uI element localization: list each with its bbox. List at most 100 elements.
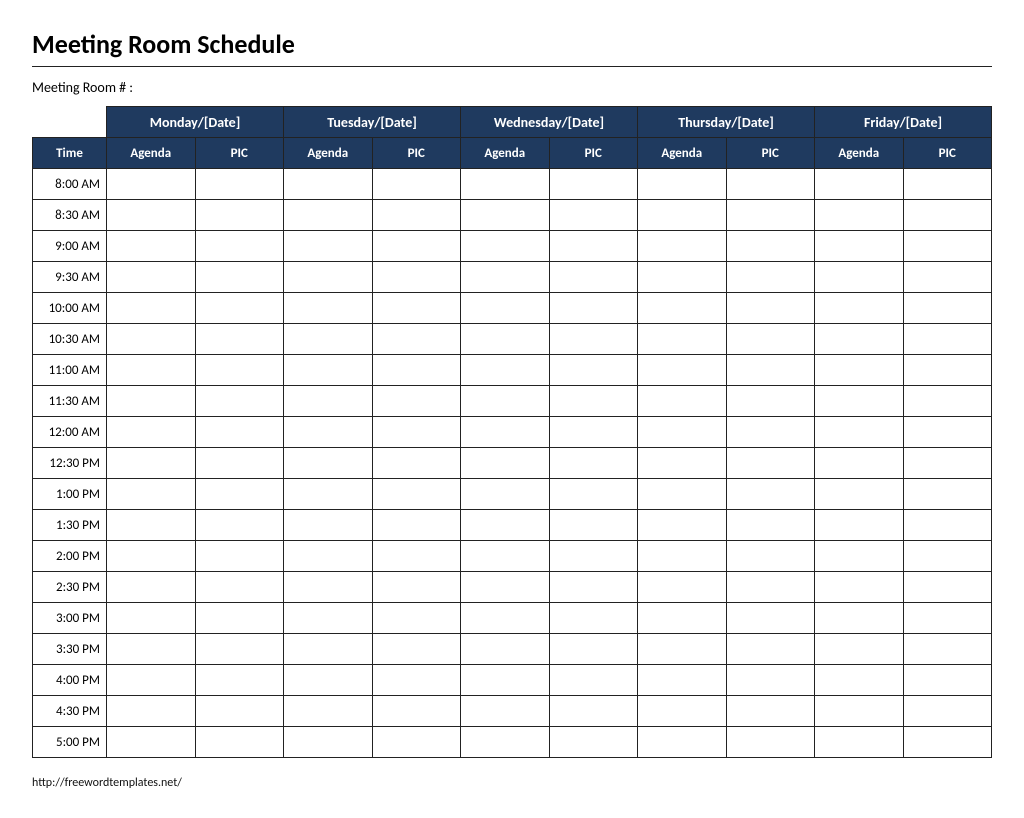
schedule-cell bbox=[461, 696, 550, 727]
schedule-cell bbox=[461, 479, 550, 510]
schedule-cell bbox=[461, 293, 550, 324]
schedule-cell bbox=[638, 293, 727, 324]
schedule-cell bbox=[726, 696, 815, 727]
schedule-cell bbox=[284, 727, 373, 758]
schedule-cell bbox=[461, 324, 550, 355]
schedule-cell bbox=[372, 479, 461, 510]
schedule-cell bbox=[372, 727, 461, 758]
schedule-cell bbox=[195, 727, 284, 758]
schedule-cell bbox=[372, 169, 461, 200]
time-cell: 3:00 PM bbox=[33, 603, 107, 634]
schedule-cell bbox=[284, 169, 373, 200]
time-cell: 11:30 AM bbox=[33, 386, 107, 417]
schedule-cell bbox=[372, 603, 461, 634]
schedule-cell bbox=[372, 448, 461, 479]
schedule-cell bbox=[815, 603, 904, 634]
schedule-cell bbox=[903, 200, 992, 231]
schedule-cell bbox=[549, 200, 638, 231]
header-blank bbox=[33, 107, 107, 138]
schedule-cell bbox=[549, 510, 638, 541]
schedule-cell bbox=[638, 324, 727, 355]
schedule-cell bbox=[284, 200, 373, 231]
schedule-cell bbox=[549, 603, 638, 634]
time-cell: 4:00 PM bbox=[33, 665, 107, 696]
schedule-cell bbox=[638, 572, 727, 603]
schedule-cell bbox=[638, 727, 727, 758]
schedule-cell bbox=[284, 262, 373, 293]
schedule-cell bbox=[461, 262, 550, 293]
col-header-pic: PIC bbox=[903, 138, 992, 169]
schedule-cell bbox=[638, 479, 727, 510]
schedule-table: Monday/[Date] Tuesday/[Date] Wednesday/[… bbox=[32, 106, 992, 758]
schedule-cell bbox=[461, 231, 550, 262]
schedule-cell bbox=[815, 696, 904, 727]
schedule-cell bbox=[638, 231, 727, 262]
schedule-cell bbox=[107, 665, 196, 696]
schedule-cell bbox=[195, 262, 284, 293]
schedule-cell bbox=[638, 386, 727, 417]
time-header: Time bbox=[33, 138, 107, 169]
schedule-cell bbox=[284, 541, 373, 572]
schedule-cell bbox=[195, 696, 284, 727]
schedule-cell bbox=[195, 417, 284, 448]
page-title: Meeting Room Schedule bbox=[32, 28, 992, 60]
time-cell: 10:00 AM bbox=[33, 293, 107, 324]
schedule-cell bbox=[815, 510, 904, 541]
schedule-cell bbox=[284, 386, 373, 417]
schedule-cell bbox=[903, 324, 992, 355]
schedule-cell bbox=[107, 200, 196, 231]
schedule-cell bbox=[815, 355, 904, 386]
schedule-cell bbox=[372, 200, 461, 231]
schedule-cell bbox=[461, 634, 550, 665]
schedule-cell bbox=[638, 262, 727, 293]
schedule-cell bbox=[638, 696, 727, 727]
time-cell: 1:30 PM bbox=[33, 510, 107, 541]
title-divider bbox=[32, 66, 992, 67]
day-header-friday: Friday/[Date] bbox=[815, 107, 992, 138]
schedule-cell bbox=[107, 293, 196, 324]
col-header-agenda: Agenda bbox=[284, 138, 373, 169]
schedule-cell bbox=[815, 262, 904, 293]
schedule-cell bbox=[284, 510, 373, 541]
schedule-cell bbox=[107, 386, 196, 417]
schedule-cell bbox=[195, 572, 284, 603]
schedule-cell bbox=[372, 634, 461, 665]
schedule-cell bbox=[726, 262, 815, 293]
schedule-cell bbox=[726, 479, 815, 510]
table-row: 1:30 PM bbox=[33, 510, 992, 541]
schedule-cell bbox=[726, 541, 815, 572]
schedule-cell bbox=[284, 324, 373, 355]
table-row: 2:00 PM bbox=[33, 541, 992, 572]
schedule-cell bbox=[638, 448, 727, 479]
time-cell: 8:00 AM bbox=[33, 169, 107, 200]
schedule-cell bbox=[638, 603, 727, 634]
table-row: 3:30 PM bbox=[33, 634, 992, 665]
schedule-cell bbox=[107, 417, 196, 448]
schedule-cell bbox=[107, 262, 196, 293]
schedule-cell bbox=[815, 386, 904, 417]
schedule-cell bbox=[284, 231, 373, 262]
schedule-cell bbox=[107, 572, 196, 603]
time-cell: 9:00 AM bbox=[33, 231, 107, 262]
schedule-cell bbox=[195, 541, 284, 572]
schedule-cell bbox=[726, 200, 815, 231]
schedule-cell bbox=[903, 665, 992, 696]
schedule-cell bbox=[372, 541, 461, 572]
schedule-cell bbox=[461, 417, 550, 448]
schedule-cell bbox=[461, 355, 550, 386]
schedule-cell bbox=[284, 665, 373, 696]
schedule-cell bbox=[815, 727, 904, 758]
schedule-cell bbox=[461, 541, 550, 572]
schedule-cell bbox=[903, 169, 992, 200]
schedule-cell bbox=[549, 355, 638, 386]
schedule-cell bbox=[549, 541, 638, 572]
schedule-body: 8:00 AM8:30 AM9:00 AM9:30 AM10:00 AM10:3… bbox=[33, 169, 992, 758]
schedule-cell bbox=[549, 448, 638, 479]
time-cell: 1:00 PM bbox=[33, 479, 107, 510]
schedule-cell bbox=[372, 386, 461, 417]
schedule-cell bbox=[461, 386, 550, 417]
day-header-thursday: Thursday/[Date] bbox=[638, 107, 815, 138]
schedule-cell bbox=[903, 510, 992, 541]
table-row: 11:00 AM bbox=[33, 355, 992, 386]
time-cell: 2:00 PM bbox=[33, 541, 107, 572]
